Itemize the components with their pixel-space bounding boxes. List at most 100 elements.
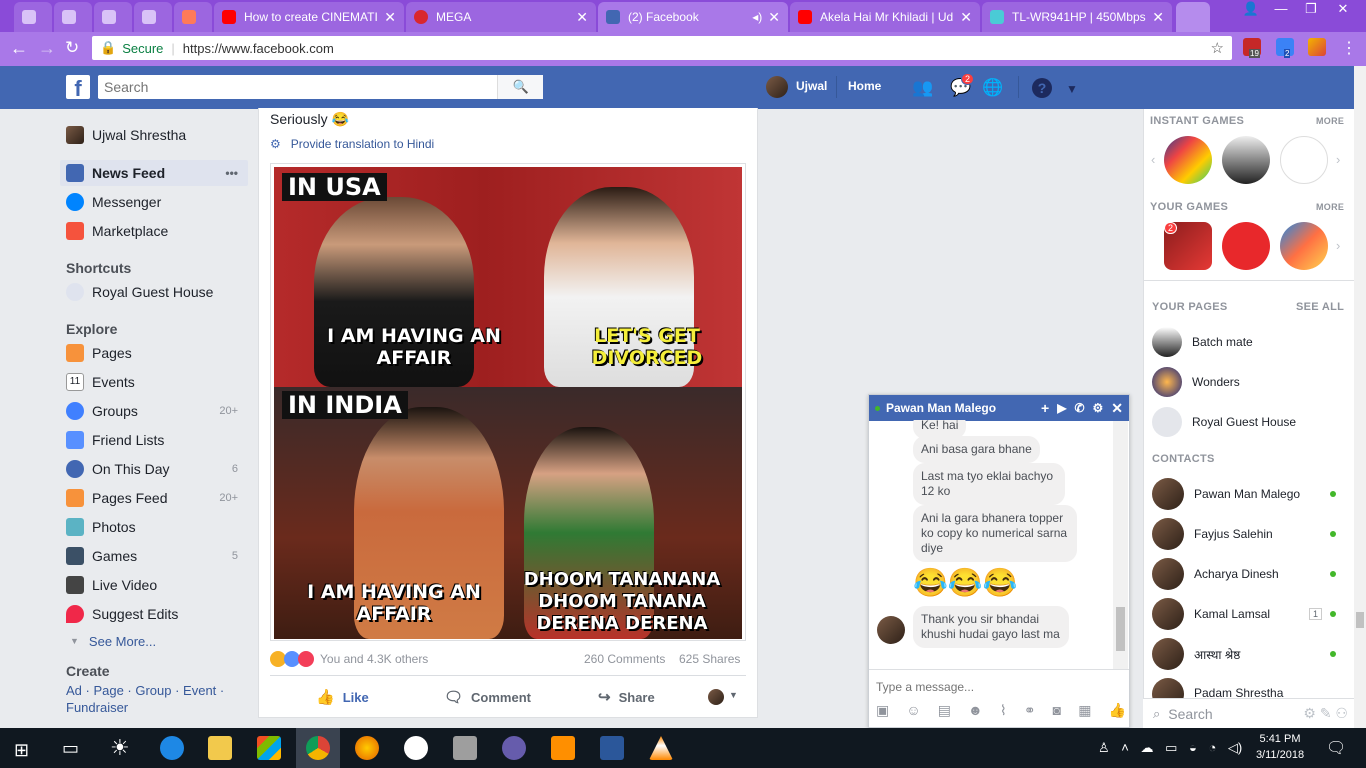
file-explorer-icon[interactable] (208, 736, 232, 760)
store-icon[interactable] (257, 736, 281, 760)
chevron-down-icon[interactable]: ▼ (729, 690, 738, 700)
profile-link[interactable]: Ujwal (796, 79, 827, 93)
pinned-tab[interactable] (14, 2, 52, 32)
game-icon[interactable] (1222, 222, 1270, 270)
abp-extension-icon[interactable]: 19 (1243, 38, 1261, 58)
sidebar-item-suggest-edits[interactable]: Suggest Edits (60, 601, 248, 627)
help-icon[interactable]: ? (1032, 78, 1052, 98)
sidebar-item-news-feed[interactable]: News Feed ••• (60, 160, 248, 186)
instant-games-more-link[interactable]: MORE (1316, 116, 1344, 126)
shares-count[interactable]: 625 Shares (679, 652, 740, 666)
url-text[interactable]: https://www.facebook.com (183, 41, 334, 56)
sidebar-item-friend-lists[interactable]: Friend Lists (60, 427, 248, 453)
chat-scrollbar[interactable] (1113, 421, 1128, 669)
sidebar-item-live-video[interactable]: Live Video (60, 572, 248, 598)
page-item[interactable]: Royal Guest House (1152, 406, 1342, 438)
shortcut-royal-guest-house[interactable]: Royal Guest House (60, 279, 248, 305)
like-button[interactable]: 👍 Like (316, 688, 369, 706)
reactions-summary[interactable]: You and 4.3K others (270, 651, 428, 667)
windows-start-icon[interactable]: ⊞ (14, 740, 29, 761)
contact-item[interactable]: Kamal Lamsal 1 (1152, 598, 1342, 630)
search-icon[interactable]: 🔍 (497, 75, 543, 99)
chevron-left-icon[interactable]: ‹ (1151, 152, 1155, 167)
thumbs-up-icon[interactable]: 👍 (1109, 702, 1126, 719)
video-call-icon[interactable]: ▶ (1057, 401, 1066, 415)
gif-icon[interactable]: ▤ (938, 702, 951, 719)
phone-icon[interactable]: ✆ (1074, 401, 1084, 415)
hubspot-tab[interactable] (174, 2, 212, 32)
chat-message-input[interactable] (876, 679, 1116, 695)
your-games-more-link[interactable]: MORE (1316, 202, 1344, 212)
sidebar-item-photos[interactable]: Photos (60, 514, 248, 540)
link-icon[interactable]: ⚭ (1024, 702, 1036, 719)
restore-button[interactable]: ❐ (1296, 0, 1326, 20)
attachment-icon[interactable]: ⌇ (1000, 702, 1007, 719)
friend-requests-icon[interactable]: 👥 (912, 78, 933, 98)
reload-button[interactable]: ↻ (65, 38, 79, 58)
page-scrollbar[interactable] (1354, 66, 1366, 728)
facebook-logo-icon[interactable]: f (66, 75, 90, 101)
game-icon[interactable] (1222, 136, 1270, 184)
omnibox[interactable]: 🔒 Secure | https://www.facebook.com ☆ (92, 36, 1232, 60)
comments-count[interactable]: 260 Comments (584, 652, 665, 666)
minimize-button[interactable]: — (1266, 0, 1296, 20)
taskbar-clock[interactable]: 5:41 PM 3/11/2018 (1250, 731, 1310, 763)
gear-icon[interactable]: ⚙ (1093, 401, 1104, 415)
itunes-icon[interactable] (404, 736, 428, 760)
pinned-tab[interactable] (94, 2, 132, 32)
contact-item[interactable]: Pawan Man Malego (1152, 478, 1342, 510)
close-icon[interactable]: ✕ (576, 9, 588, 26)
chrome-icon[interactable] (306, 736, 330, 760)
post-image-frame[interactable]: IN USA I AM HAVING AN AFFAIR LET'S GET D… (270, 163, 746, 641)
extension-icon[interactable] (1308, 38, 1326, 56)
close-icon[interactable]: ✕ (960, 9, 972, 26)
tab-mega[interactable]: MEGA ✕ (406, 2, 596, 32)
sidebar-item-marketplace[interactable]: Marketplace (60, 218, 248, 244)
firefox-icon[interactable] (355, 736, 379, 760)
back-button[interactable]: ← (10, 38, 28, 59)
speaker-icon[interactable]: ◂) (752, 10, 762, 24)
avatar[interactable] (766, 76, 788, 98)
translate-link[interactable]: ⚙ Provide translation to Hindi (270, 137, 434, 151)
sublime-text-icon[interactable] (551, 736, 575, 760)
scrollbar-thumb[interactable] (1116, 607, 1125, 651)
close-icon[interactable]: ✕ (768, 9, 780, 26)
chat-contact-name[interactable]: Pawan Man Malego (886, 401, 996, 415)
sidebar-item-games[interactable]: Games 5 (60, 543, 248, 569)
comment-button[interactable]: 🗨 Comment (444, 688, 531, 706)
share-button[interactable]: ↪ Share (598, 688, 655, 706)
page-item[interactable]: Wonders (1152, 366, 1342, 398)
bookmark-star-icon[interactable]: ☆ (1211, 39, 1224, 57)
sticker-icon[interactable]: ☺ (906, 702, 920, 719)
viber-icon[interactable] (502, 736, 526, 760)
extension-icon[interactable]: 2 (1276, 38, 1294, 58)
internet-explorer-icon[interactable] (160, 736, 184, 760)
close-icon[interactable]: ✕ (384, 9, 396, 26)
contact-item[interactable]: Acharya Dinesh (1152, 558, 1342, 590)
pinned-tab[interactable] (54, 2, 92, 32)
page-item[interactable]: Batch mate (1152, 326, 1342, 358)
sun-icon[interactable]: ☀ (110, 735, 130, 761)
facebook-search[interactable]: 🔍 (98, 75, 543, 99)
grid-icon[interactable]: ▦ (1078, 702, 1091, 719)
chevron-right-icon[interactable]: › (1336, 152, 1340, 167)
game-icon[interactable] (1280, 136, 1328, 184)
add-icon[interactable]: + (1041, 400, 1049, 416)
tab-youtube-cinematic[interactable]: How to create CINEMATI ✕ (214, 2, 404, 32)
close-window-button[interactable]: ✕ (1328, 0, 1358, 20)
profile-link[interactable]: Ujwal Shrestha (60, 122, 248, 148)
tab-facebook[interactable]: (2) Facebook ◂) ✕ (598, 2, 788, 32)
forward-button[interactable]: → (38, 38, 56, 59)
sidebar-item-on-this-day[interactable]: On This Day 6 (60, 456, 248, 482)
sidebar-item-pages[interactable]: Pages (60, 340, 248, 366)
camera-icon[interactable]: ◙ (1053, 702, 1061, 719)
image-icon[interactable]: ▣ (876, 702, 889, 719)
close-icon[interactable]: ✕ (1152, 9, 1164, 26)
home-link[interactable]: Home (848, 79, 881, 93)
chat-header[interactable]: Pawan Man Malego + ▶ ✆ ⚙ ✕ (869, 395, 1129, 421)
tab-youtube-akela[interactable]: Akela Hai Mr Khiladi | Ud ✕ (790, 2, 980, 32)
close-icon[interactable]: ✕ (1111, 400, 1123, 417)
sidebar-item-events[interactable]: 11 Events (60, 369, 248, 395)
new-tab-button[interactable] (1176, 2, 1210, 32)
see-more-link[interactable]: ▼ See More... (60, 628, 248, 654)
